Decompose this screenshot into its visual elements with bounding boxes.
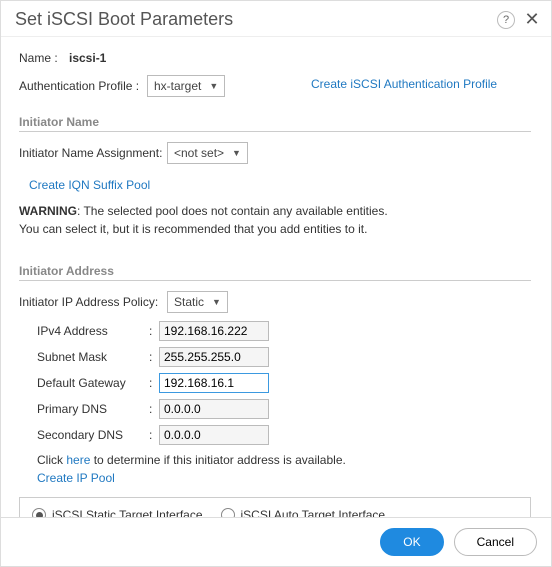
check-availability: Click here to determine if this initiato…	[37, 453, 531, 467]
close-icon[interactable]: ✕	[523, 9, 541, 30]
caret-down-icon: ▼	[212, 297, 221, 307]
ok-button[interactable]: OK	[380, 528, 443, 556]
subnet-input[interactable]	[159, 347, 269, 367]
initiator-name-heading: Initiator Name	[19, 115, 531, 129]
warning-line2: You can select it, but it is recommended…	[19, 222, 367, 236]
create-auth-profile-link[interactable]: Create iSCSI Authentication Profile	[311, 77, 497, 91]
radio-auto-target[interactable]: iSCSI Auto Target Interface	[221, 508, 386, 517]
warning-line1: : The selected pool does not contain any…	[77, 204, 388, 218]
create-ip-pool-link[interactable]: Create IP Pool	[37, 471, 115, 485]
initiator-assignment-row: Initiator Name Assignment: <not set> ▼	[19, 142, 531, 164]
target-interface-box: iSCSI Static Target Interface iSCSI Auto…	[19, 497, 531, 517]
gateway-input[interactable]	[159, 373, 269, 393]
ip-policy-value: Static	[174, 295, 204, 309]
gateway-label: Default Gateway	[37, 376, 149, 390]
auth-profile-select[interactable]: hx-target ▼	[147, 75, 225, 97]
dialog-content[interactable]: Name : iscsi-1 Authentication Profile : …	[1, 37, 551, 517]
colon: :	[149, 324, 159, 338]
divider	[19, 131, 531, 132]
radio-static-label: iSCSI Static Target Interface	[52, 508, 203, 517]
ip-policy-label: Initiator IP Address Policy:	[19, 295, 167, 309]
sdns-row: Secondary DNS :	[37, 425, 531, 445]
title-bar: Set iSCSI Boot Parameters ? ✕	[1, 1, 551, 37]
initiator-assignment-label: Initiator Name Assignment:	[19, 146, 167, 160]
divider	[19, 280, 531, 281]
create-iqn-link-wrap: Create IQN Suffix Pool	[29, 178, 531, 192]
radio-auto-label: iSCSI Auto Target Interface	[241, 508, 386, 517]
ipv4-label: IPv4 Address	[37, 324, 149, 338]
colon: :	[149, 376, 159, 390]
help-icon[interactable]: ?	[497, 11, 515, 29]
gateway-row: Default Gateway :	[37, 373, 531, 393]
auth-profile-label: Authentication Profile :	[19, 79, 147, 93]
radio-static-target[interactable]: iSCSI Static Target Interface	[32, 508, 203, 517]
sdns-input[interactable]	[159, 425, 269, 445]
name-row: Name : iscsi-1	[19, 51, 531, 65]
check-suffix: to determine if this initiator address i…	[90, 453, 345, 467]
ipv4-input[interactable]	[159, 321, 269, 341]
pool-warning: WARNING: The selected pool does not cont…	[19, 202, 531, 238]
address-fields: IPv4 Address : Subnet Mask : Default Gat…	[37, 321, 531, 485]
initiator-assignment-value: <not set>	[174, 146, 224, 160]
subnet-row: Subnet Mask :	[37, 347, 531, 367]
cancel-button[interactable]: Cancel	[454, 528, 537, 556]
check-here-link[interactable]: here	[66, 453, 90, 467]
pdns-label: Primary DNS	[37, 402, 149, 416]
dialog-title: Set iSCSI Boot Parameters	[15, 9, 233, 30]
title-bar-actions: ? ✕	[497, 9, 541, 30]
caret-down-icon: ▼	[232, 148, 241, 158]
ipv4-row: IPv4 Address :	[37, 321, 531, 341]
pdns-input[interactable]	[159, 399, 269, 419]
dialog: Set iSCSI Boot Parameters ? ✕ Name : isc…	[0, 0, 552, 567]
colon: :	[149, 350, 159, 364]
auth-profile-value: hx-target	[154, 79, 201, 93]
colon: :	[149, 428, 159, 442]
ip-policy-select[interactable]: Static ▼	[167, 291, 228, 313]
subnet-label: Subnet Mask	[37, 350, 149, 364]
dialog-footer: OK Cancel	[1, 517, 551, 566]
check-prefix: Click	[37, 453, 66, 467]
pdns-row: Primary DNS :	[37, 399, 531, 419]
ip-policy-row: Initiator IP Address Policy: Static ▼	[19, 291, 531, 313]
name-label: Name :	[19, 51, 69, 65]
name-value: iscsi-1	[69, 51, 106, 65]
caret-down-icon: ▼	[209, 81, 218, 91]
warning-bold: WARNING	[19, 204, 77, 218]
radio-icon	[221, 508, 235, 517]
initiator-address-heading: Initiator Address	[19, 264, 531, 278]
target-radio-group: iSCSI Static Target Interface iSCSI Auto…	[32, 508, 518, 517]
initiator-assignment-select[interactable]: <not set> ▼	[167, 142, 248, 164]
sdns-label: Secondary DNS	[37, 428, 149, 442]
create-ip-pool-wrap: Create IP Pool	[37, 471, 531, 485]
radio-icon	[32, 508, 46, 517]
colon: :	[149, 402, 159, 416]
create-iqn-link[interactable]: Create IQN Suffix Pool	[29, 178, 150, 192]
